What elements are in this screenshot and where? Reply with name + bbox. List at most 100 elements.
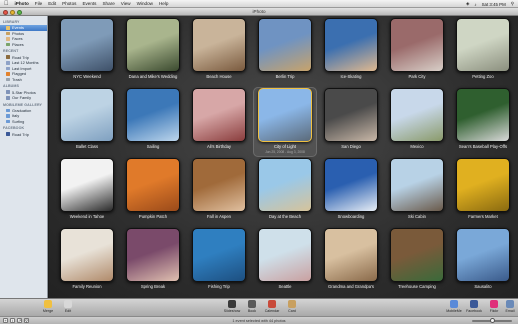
event-tile[interactable]: Spring Break — [121, 228, 185, 289]
event-title[interactable]: Seattle — [253, 284, 317, 289]
event-tile[interactable]: Berlin Trip — [253, 18, 317, 79]
event-key-photo[interactable] — [324, 158, 378, 212]
event-tile[interactable]: Grandma and Grandpa's — [319, 228, 383, 289]
menu-edit[interactable]: Edit — [48, 1, 56, 6]
event-tile[interactable]: Weekend in Tahoe — [55, 158, 119, 219]
event-key-photo[interactable] — [258, 158, 312, 212]
event-key-photo[interactable] — [456, 88, 510, 142]
event-key-photo[interactable] — [390, 18, 444, 72]
menu-photos[interactable]: Photos — [62, 1, 76, 6]
minimize-window-icon[interactable] — [10, 9, 15, 15]
event-tile[interactable]: Treehouse Camping — [385, 228, 449, 289]
edit-button[interactable]: Edit — [57, 300, 79, 313]
event-title[interactable]: San Diego — [319, 144, 383, 149]
event-title[interactable]: Family Reunion — [55, 284, 119, 289]
event-tile[interactable]: Day at the Beach — [253, 158, 317, 219]
event-tile[interactable]: Ski Cabin — [385, 158, 449, 219]
event-tile[interactable]: Ballet Class — [55, 88, 119, 149]
event-title[interactable]: City of Light — [253, 144, 317, 149]
fullscreen-icon[interactable]: ↗ — [17, 318, 22, 323]
event-title[interactable]: Park City — [385, 74, 449, 79]
event-key-photo[interactable] — [258, 228, 312, 282]
event-tile[interactable]: Family Reunion — [55, 228, 119, 289]
event-tile[interactable]: Sausalito — [451, 228, 515, 289]
menu-help[interactable]: Help — [159, 1, 168, 6]
event-key-photo[interactable] — [456, 228, 510, 282]
event-title[interactable]: Mexico — [385, 144, 449, 149]
event-title[interactable]: Snowboarding — [319, 214, 383, 219]
zoom-slider-knob[interactable] — [489, 318, 495, 324]
event-title[interactable]: Ali's Birthday — [187, 144, 251, 149]
event-title[interactable]: NYC Weekend — [55, 74, 119, 79]
menu-window[interactable]: Window — [137, 1, 153, 6]
menu-share[interactable]: Share — [102, 1, 114, 6]
event-tile[interactable]: Sean's Baseball Play-Offs — [451, 88, 515, 149]
event-key-photo[interactable] — [192, 18, 246, 72]
event-tile[interactable]: Mexico — [385, 88, 449, 149]
card-button[interactable]: Card — [281, 300, 303, 313]
event-title[interactable]: Pumpkin Patch — [121, 214, 185, 219]
event-key-photo[interactable] — [258, 88, 312, 142]
event-tile[interactable]: Park City — [385, 18, 449, 79]
event-title[interactable]: Treehouse Camping — [385, 284, 449, 289]
event-key-photo[interactable] — [126, 228, 180, 282]
event-tile[interactable]: City of Light Jun 25, 2008 - Aug 3, 2008 — [253, 88, 317, 154]
event-key-photo[interactable] — [192, 228, 246, 282]
event-tile[interactable]: Dana and Mike's Wedding — [121, 18, 185, 79]
mobileme-button[interactable]: MobileMe — [443, 300, 465, 313]
event-title[interactable]: Dana and Mike's Wedding — [121, 74, 185, 79]
event-tile[interactable]: Farmers Market — [451, 158, 515, 219]
event-title[interactable]: Sean's Baseball Play-Offs — [451, 144, 515, 149]
add-icon[interactable]: + — [3, 318, 8, 323]
event-tile[interactable]: Ice-Skating — [319, 18, 383, 79]
event-tile[interactable]: Fall in Aspen — [187, 158, 251, 219]
event-key-photo[interactable] — [390, 228, 444, 282]
event-key-photo[interactable] — [60, 158, 114, 212]
event-title[interactable]: Ballet Class — [55, 144, 119, 149]
book-button[interactable]: Book — [241, 300, 263, 313]
spotlight-icon[interactable]: ⚲ — [511, 1, 514, 7]
menu-app-name[interactable]: iPhoto — [15, 1, 29, 6]
event-key-photo[interactable] — [324, 228, 378, 282]
event-title[interactable]: Grandma and Grandpa's — [319, 284, 383, 289]
wifi-icon[interactable]: ◈ — [466, 1, 469, 7]
event-key-photo[interactable] — [390, 88, 444, 142]
apple-menu-icon[interactable]:  — [4, 0, 9, 8]
event-title[interactable]: Ice-Skating — [319, 74, 383, 79]
event-title[interactable]: Weekend in Tahoe — [55, 214, 119, 219]
menu-events[interactable]: Events — [82, 1, 96, 6]
menu-clock[interactable]: Sat 3:45 PM — [482, 2, 506, 7]
event-title[interactable]: Day at the Beach — [253, 214, 317, 219]
event-key-photo[interactable] — [456, 158, 510, 212]
event-key-photo[interactable] — [60, 88, 114, 142]
merge-button[interactable]: Merge — [37, 300, 59, 313]
event-title[interactable]: Sailing — [121, 144, 185, 149]
event-tile[interactable]: Pumpkin Patch — [121, 158, 185, 219]
sidebar-item-road-trip[interactable]: Road Trip — [0, 131, 47, 137]
event-key-photo[interactable] — [324, 88, 378, 142]
event-title[interactable]: Fishing Trip — [187, 284, 251, 289]
event-tile[interactable]: Fishing Trip — [187, 228, 251, 289]
event-title[interactable]: Petting Zoo — [451, 74, 515, 79]
event-key-photo[interactable] — [60, 18, 114, 72]
zoom-slider[interactable] — [472, 318, 512, 324]
search-icon[interactable]: ⚲ — [24, 318, 29, 323]
email-button[interactable]: Email — [499, 300, 518, 313]
event-title[interactable]: Fall in Aspen — [187, 214, 251, 219]
info-icon[interactable]: i — [10, 318, 15, 323]
event-key-photo[interactable] — [456, 18, 510, 72]
event-title[interactable]: Beach House — [187, 74, 251, 79]
menu-file[interactable]: File — [35, 1, 42, 6]
event-key-photo[interactable] — [390, 158, 444, 212]
event-key-photo[interactable] — [126, 158, 180, 212]
event-tile[interactable]: Seattle — [253, 228, 317, 289]
event-key-photo[interactable] — [60, 228, 114, 282]
event-key-photo[interactable] — [126, 88, 180, 142]
facebook-button[interactable]: Facebook — [463, 300, 485, 313]
event-key-photo[interactable] — [192, 88, 246, 142]
event-key-photo[interactable] — [324, 18, 378, 72]
event-tile[interactable]: Sailing — [121, 88, 185, 149]
event-tile[interactable]: Petting Zoo — [451, 18, 515, 79]
event-title[interactable]: Farmers Market — [451, 214, 515, 219]
event-tile[interactable]: Beach House — [187, 18, 251, 79]
